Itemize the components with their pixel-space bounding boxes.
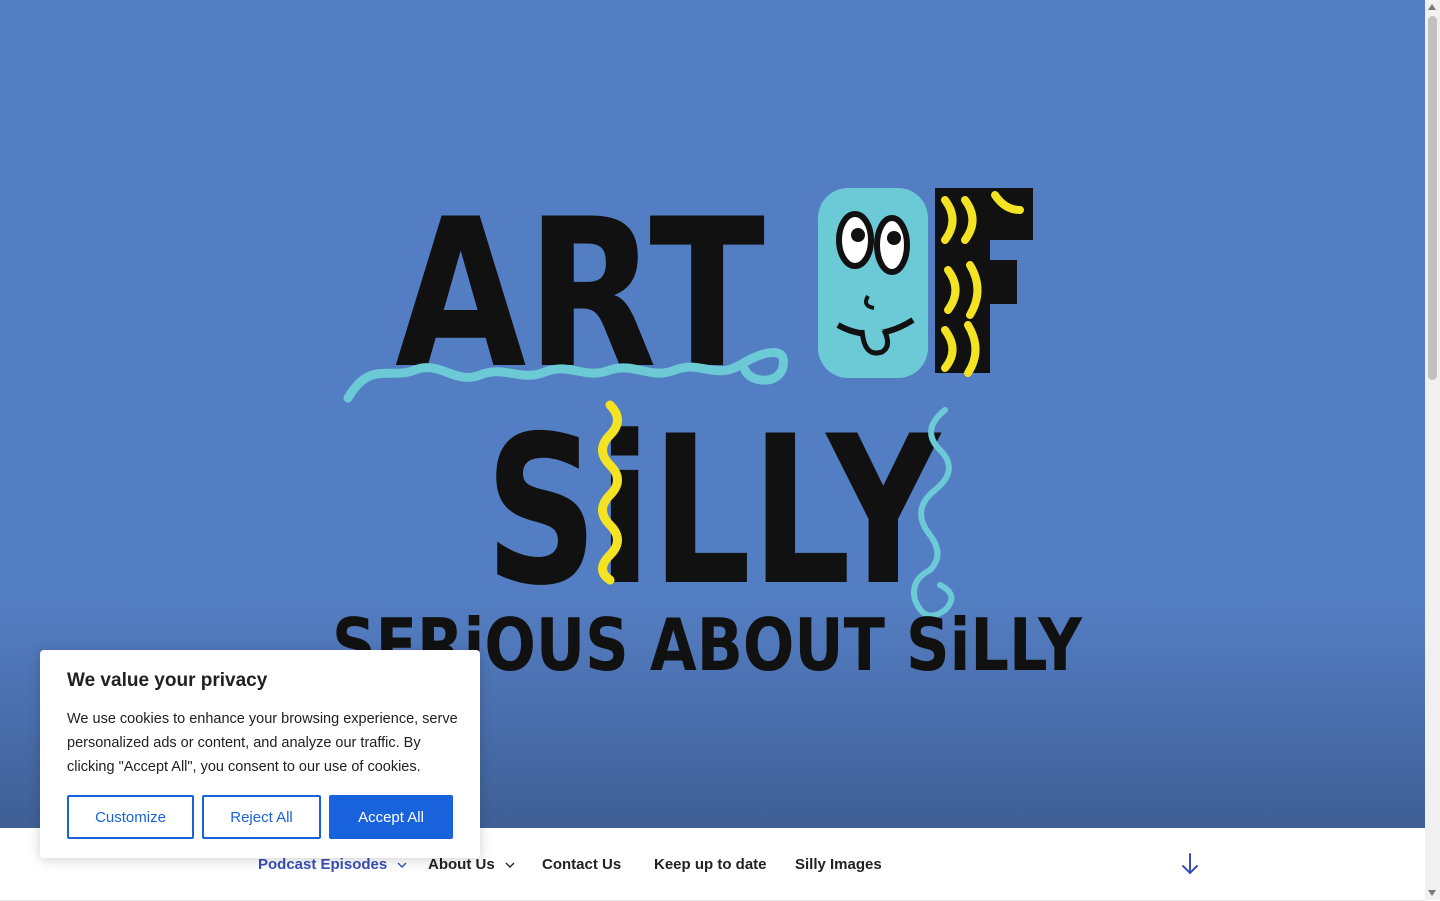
nav-item-label: About Us [428, 856, 495, 873]
accept-all-button[interactable]: Accept All [329, 795, 453, 839]
nav-item-label: Contact Us [542, 856, 622, 873]
nav-item-contact-us[interactable]: Contact Us [542, 856, 621, 873]
scrollbar-thumb[interactable] [1428, 16, 1437, 380]
cookie-message: We use cookies to enhance your browsing … [67, 711, 458, 775]
page-scrollbar[interactable] [1425, 0, 1440, 900]
customize-button[interactable]: Customize [67, 795, 194, 839]
scroll-down-arrow-icon[interactable] [1428, 890, 1436, 896]
chevron-down-icon [397, 862, 407, 869]
cookie-consent-dialog: We value your privacy We use cookies to … [40, 650, 480, 858]
nav-item-label: Silly Images [795, 856, 882, 873]
art-of-silly-logo: ART SiLLY SERiOUS ABOUT SiLLY [332, 176, 1083, 687]
logo-word-silly: SiLLY [485, 393, 942, 631]
nav-item-label: Podcast Episodes [258, 856, 388, 873]
nav-item-silly-images[interactable]: Silly Images [795, 856, 882, 873]
striped-f-glyph [935, 188, 1033, 377]
nav-item-about-us[interactable]: About Us [428, 856, 515, 873]
reject-all-button[interactable]: Reject All [202, 795, 321, 839]
scroll-up-arrow-icon[interactable] [1428, 4, 1436, 10]
nav-item-podcast-episodes[interactable]: Podcast Episodes [258, 856, 407, 873]
nav-item-keep-up-to-date[interactable]: Keep up to date [654, 856, 767, 873]
nav-item-label: Keep up to date [654, 856, 767, 873]
arrow-down-icon[interactable] [1179, 852, 1201, 876]
chevron-down-icon [505, 862, 515, 869]
cookie-title: We value your privacy [67, 670, 268, 691]
face-o-glyph [818, 188, 928, 378]
